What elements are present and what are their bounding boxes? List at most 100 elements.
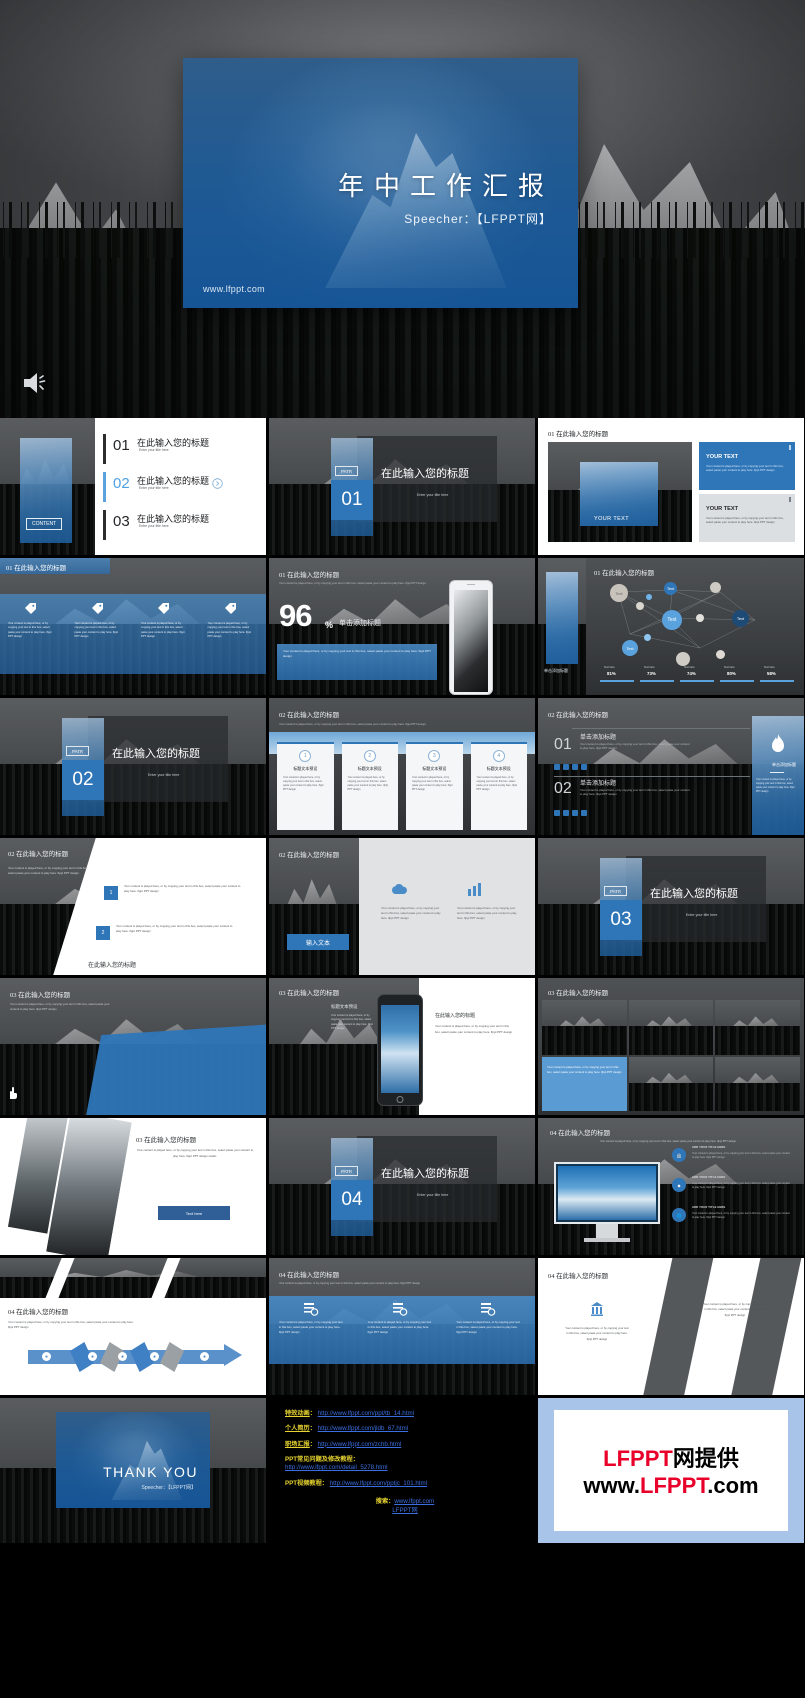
link-url-1[interactable]: http://www.lfppt.com/ppt/tb_14.html bbox=[318, 1410, 414, 1417]
card-gray[interactable]: YOUR TEXT Your content is played here, o… bbox=[699, 494, 795, 542]
card-blue[interactable]: YOUR TEXT Your content is played here, o… bbox=[699, 442, 795, 490]
tilted-body: Your content is played here, or by copyi… bbox=[136, 1148, 254, 1158]
thumb-links[interactable]: 特效动画： http://www.lfppt.com/ppt/tb_14.htm… bbox=[269, 1398, 535, 1543]
step-num: 2 bbox=[363, 750, 376, 762]
step-card[interactable]: 2 标题文本预设 Your content is played here, or… bbox=[341, 742, 398, 830]
step-body: Your content is played here, or by copyi… bbox=[347, 776, 388, 791]
feature-item[interactable]: 🌐 ADD YOUR TITLE HERE Your content is pl… bbox=[672, 1206, 796, 1236]
hero-url: www.lfppt.com bbox=[203, 284, 265, 294]
net-node-blue-lg[interactable]: Text bbox=[662, 610, 682, 630]
phone-slide-right-body: Your content is played here, or by copyi… bbox=[435, 1024, 513, 1034]
twocol-item-1[interactable]: Your content is played here, or by copyi… bbox=[564, 1302, 630, 1342]
thumb-toc[interactable]: CONTENT 01 在此输入您的标题 Enter your title her… bbox=[0, 418, 266, 555]
thumb-part-04[interactable]: PATR 04 在此输入您的标题 Enter your title here bbox=[269, 1118, 535, 1255]
thumb-mosaic[interactable]: 03 在此输入您的标题 Your content is played here,… bbox=[538, 978, 804, 1115]
mosaic-text-tile[interactable]: Your content is played here, or by copyi… bbox=[542, 1056, 627, 1111]
thumb-percent-phone[interactable]: 01 在此输入您的标题 Your content is played here,… bbox=[269, 558, 535, 695]
faq-label: PPT常见问题及修改教程： bbox=[285, 1456, 359, 1464]
feature-item[interactable]: ◆ ADD YOUR TITLE HERE Your content is pl… bbox=[672, 1176, 796, 1206]
speaker-icon[interactable] bbox=[22, 370, 50, 396]
thumb-three-icons[interactable]: 04 在此输入您的标题 Your content is played here,… bbox=[269, 1258, 535, 1395]
net-dot bbox=[676, 652, 690, 666]
thumb-steps[interactable]: 02 在此输入您的标题 Your content is played here,… bbox=[269, 698, 535, 835]
search-site[interactable]: LFPPT网 bbox=[392, 1507, 417, 1514]
step-card[interactable]: 4 标题文本预设 Your content is played here, or… bbox=[470, 742, 527, 830]
three-item[interactable]: Your content is played here, or by copyi… bbox=[446, 1296, 535, 1364]
thumb-part-02[interactable]: PATR 02 在此输入您的标题 Enter your title here bbox=[0, 698, 266, 835]
phone-slide-sub: 标题文本预设 bbox=[331, 1004, 358, 1009]
video-url[interactable]: http://www.lfppt.com/pptjc_101.html bbox=[330, 1480, 427, 1487]
thumb-part-01[interactable]: PATR 01 在此输入您的标题 Enter your title here bbox=[269, 418, 535, 555]
thumb-thank-you[interactable]: THANK YOU Speecher：【LFPPT网】 bbox=[0, 1398, 266, 1543]
card-gray-marker bbox=[789, 497, 791, 502]
thumb-diagonal-list[interactable]: 02 在此输入您的标题 Your content is played here,… bbox=[0, 838, 266, 975]
net-dot bbox=[710, 582, 721, 593]
net-node-label: Text bbox=[736, 616, 745, 621]
tag-body: Your content is played here, or by copyi… bbox=[207, 622, 251, 638]
tag-item[interactable]: Your content is played here, or by copyi… bbox=[0, 594, 67, 674]
chevron-right-circle-icon[interactable] bbox=[212, 478, 223, 489]
search-url[interactable]: www.lfppt.com bbox=[394, 1498, 434, 1505]
toc-rule-1 bbox=[103, 434, 106, 464]
logo-line1-red: LFPPT bbox=[603, 1446, 673, 1472]
monitor-screen bbox=[554, 1162, 660, 1224]
input-text-button[interactable]: 输入文本 bbox=[287, 934, 349, 950]
twitter-icon[interactable] bbox=[563, 764, 569, 770]
three-item[interactable]: Your content is played here, or by copyi… bbox=[269, 1296, 358, 1364]
banner-body: Your content is played here, or by copyi… bbox=[10, 1002, 110, 1012]
thumb-tilted-photos[interactable]: 03 在此输入您的标题 Your content is played here,… bbox=[0, 1118, 266, 1255]
thumb-monitor-list[interactable]: 04 在此输入您的标题 Your content is played here,… bbox=[538, 1118, 804, 1255]
mosaic-tile[interactable] bbox=[715, 1056, 800, 1111]
thumb-row-3: PATR 02 在此输入您的标题 Enter your title here 0… bbox=[0, 698, 805, 835]
rss-icon[interactable] bbox=[572, 764, 578, 770]
rss-icon[interactable] bbox=[572, 810, 578, 816]
net-node-blue-2[interactable]: Text bbox=[622, 640, 638, 656]
search-label: 搜索： bbox=[375, 1498, 395, 1506]
link-url-3[interactable]: http://www.lfppt.com/zchb.html bbox=[318, 1441, 402, 1448]
thumb-phone-slide[interactable]: 03 在此输入您的标题 标题文本预设 Your content is playe… bbox=[269, 978, 535, 1115]
thumb-logo[interactable]: LFPPT网提供 www.LFPPT.com bbox=[538, 1398, 804, 1543]
part03-subtitle: Enter your title here bbox=[686, 913, 718, 917]
text-here-button[interactable]: Text here bbox=[158, 1206, 230, 1220]
mosaic-tile[interactable] bbox=[628, 1056, 714, 1111]
mosaic-tile[interactable] bbox=[542, 1000, 627, 1055]
thumb-arrow-process[interactable]: 04 在此输入您的标题 Your content is played here,… bbox=[0, 1258, 266, 1395]
net-node-navy[interactable]: Text bbox=[732, 610, 749, 627]
link-sep-2: ： bbox=[309, 1425, 316, 1433]
mosaic-tile[interactable] bbox=[715, 1000, 800, 1055]
tag-item[interactable]: Your content is played here, or by copyi… bbox=[133, 594, 200, 674]
thumb-tags[interactable]: 01 在此输入您的标题 Your content is played here,… bbox=[0, 558, 266, 695]
net-node-gray[interactable]: Text bbox=[610, 584, 628, 602]
arrow-body: Your content is played here, or by copyi… bbox=[8, 1320, 134, 1330]
feature-item[interactable]: 🏦 ADD YOUR TITLE HERE Your content is pl… bbox=[672, 1146, 796, 1176]
phone-home-button[interactable] bbox=[396, 1096, 404, 1103]
net-node-blue-sm[interactable]: Text bbox=[664, 582, 677, 595]
thumb-banner-shape[interactable]: 03 在此输入您的标题 Your content is played here,… bbox=[0, 978, 266, 1115]
thumb-two-column[interactable]: 04 在此输入您的标题 Your content is played here,… bbox=[538, 1258, 804, 1395]
tag-item[interactable]: Your content is played here, or by copyi… bbox=[67, 594, 134, 674]
step-card[interactable]: 1 标题文本预设 Your content is played here, or… bbox=[277, 742, 334, 830]
three-sub: Your content is played here, or by copyi… bbox=[279, 1282, 421, 1285]
thumb-network[interactable]: 单击添加标题 01 在此输入您的标题 Text Text Text Text T… bbox=[538, 558, 804, 695]
step-card[interactable]: 3 标题文本预设 Your content is played here, or… bbox=[406, 742, 463, 830]
mosaic-tile[interactable] bbox=[628, 1000, 714, 1055]
linkedin-icon[interactable] bbox=[581, 764, 587, 770]
twocol-item-2[interactable]: Your content is played here, or by copyi… bbox=[702, 1302, 768, 1318]
facebook-icon[interactable] bbox=[554, 810, 560, 816]
thumb-row-6: 03 在此输入您的标题 Your content is played here,… bbox=[0, 1118, 805, 1255]
twitter-icon[interactable] bbox=[563, 810, 569, 816]
thumb-your-text-cards[interactable]: 01 在此输入您的标题 YOUR TEXT YOUR TEXT Your con… bbox=[538, 418, 804, 555]
part01-subtitle: Enter your title here bbox=[417, 493, 449, 497]
step-body: Your content is played here, or by copyi… bbox=[283, 776, 324, 791]
thumb-part-03[interactable]: PATR 03 在此输入您的标题 Enter your title here bbox=[538, 838, 804, 975]
hero-cover-slide: 年中工作汇报 Speecher：【LFPPT网】 www.lfppt.com bbox=[0, 0, 805, 418]
thumb-numbered-list[interactable]: 02 在此输入您的标题 01 单击添加标题 Your content is pl… bbox=[538, 698, 804, 835]
faq-url[interactable]: http://www.lfppt.com/detail_5278.html bbox=[285, 1464, 525, 1472]
tag-item[interactable]: Your content is played here, or by copyi… bbox=[200, 594, 267, 674]
link-url-2[interactable]: http://www.lfppt.com/jldb_67.html bbox=[318, 1425, 408, 1432]
linkedin-icon[interactable] bbox=[581, 810, 587, 816]
flame-icon bbox=[772, 734, 784, 752]
thumb-icons[interactable]: 02 在此输入您的标题 Your content is played here,… bbox=[269, 838, 535, 975]
three-item[interactable]: Your content is played here, or by copyi… bbox=[358, 1296, 447, 1364]
facebook-icon[interactable] bbox=[554, 764, 560, 770]
